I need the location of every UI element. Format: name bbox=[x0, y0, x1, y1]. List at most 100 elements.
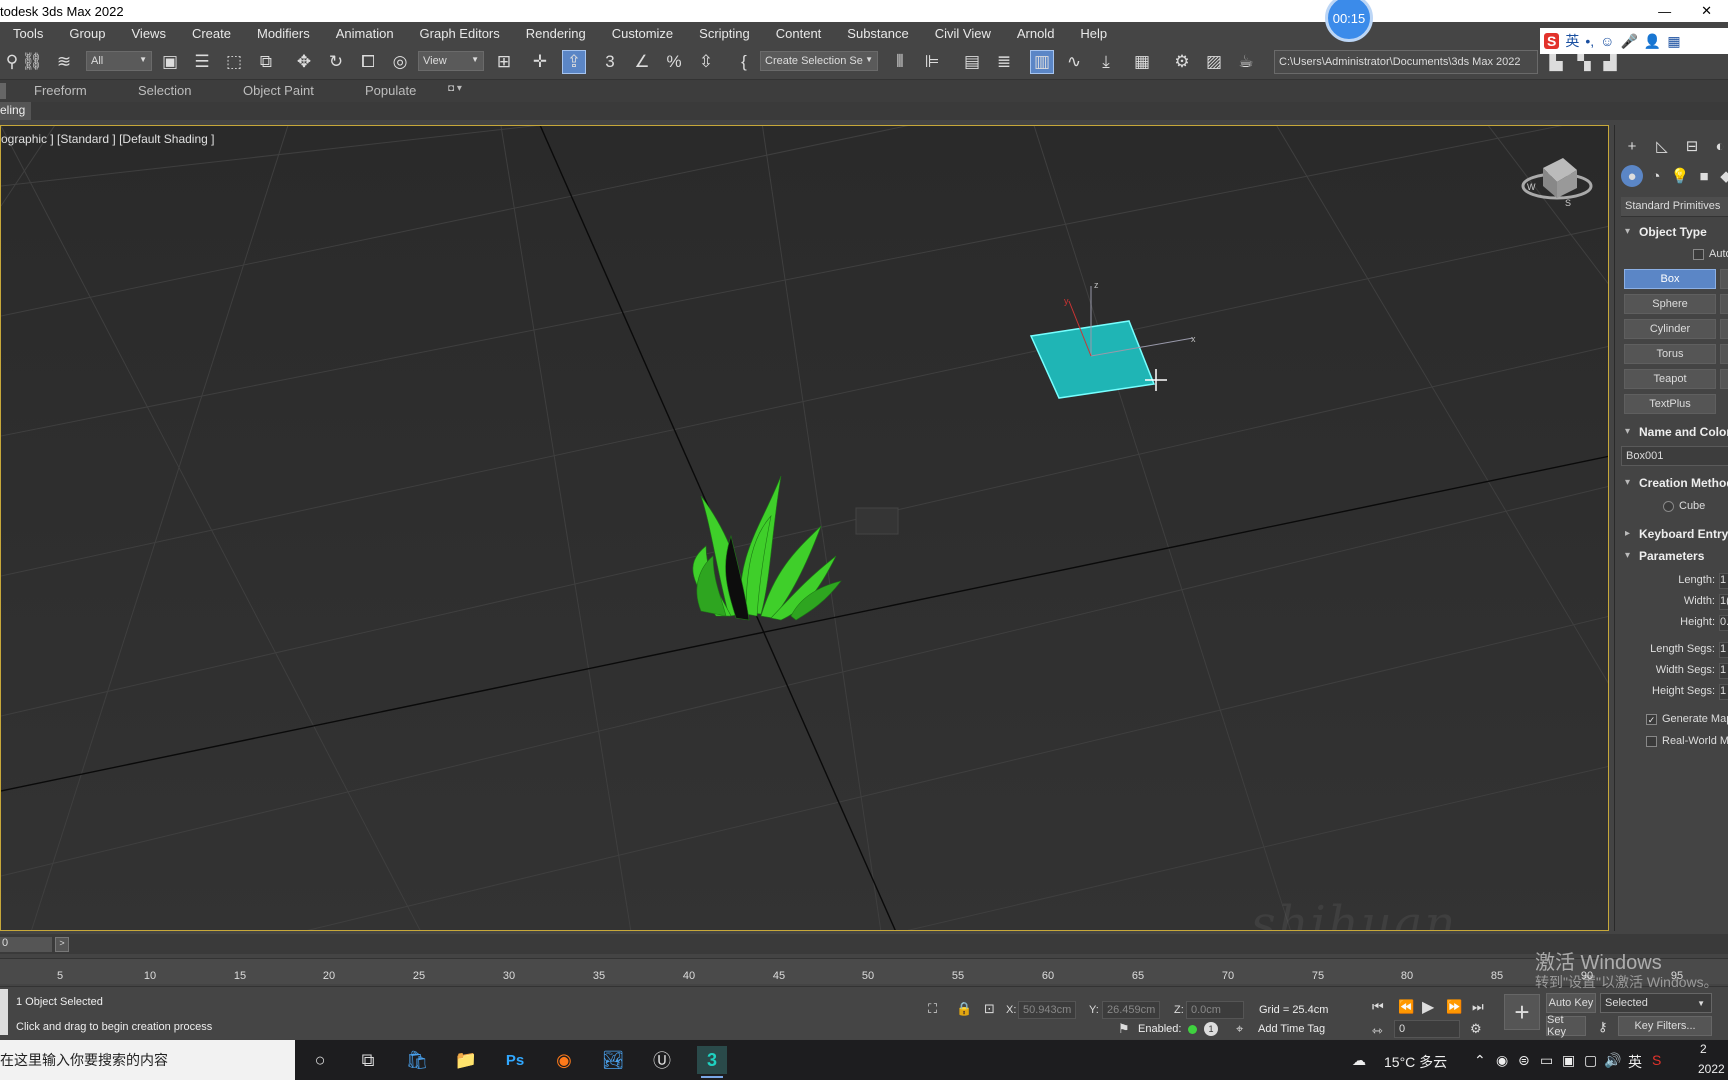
cylinder-button[interactable]: Cylinder bbox=[1624, 319, 1716, 339]
window-crossing-icon[interactable]: ⧉ bbox=[254, 50, 278, 74]
ime-user-icon[interactable]: 👤 bbox=[1644, 33, 1661, 50]
menu-content[interactable]: Content bbox=[763, 26, 835, 41]
length-spinner[interactable]: 1 bbox=[1719, 573, 1728, 589]
menu-scripting[interactable]: Scripting bbox=[686, 26, 763, 41]
key-filters-button[interactable]: Key Filters... bbox=[1618, 1016, 1712, 1036]
firefox-icon[interactable]: ◉ bbox=[549, 1046, 579, 1074]
selected-dropdown[interactable]: Selected ▼ bbox=[1600, 993, 1712, 1013]
layer-explorer-icon[interactable]: ≣ bbox=[992, 50, 1016, 74]
tray-battery-icon[interactable]: ▭ bbox=[1540, 1052, 1553, 1069]
ime-language[interactable]: 英 bbox=[1565, 31, 1579, 51]
cone-button[interactable] bbox=[1720, 269, 1728, 289]
project-folder-dropdown[interactable]: C:\Users\Administrator\Documents\3ds Max… bbox=[1274, 50, 1538, 74]
taskbar-search-box[interactable]: 在这里输入你要搜索的内容 bbox=[0, 1040, 295, 1080]
cube-radio[interactable] bbox=[1663, 501, 1674, 512]
real-world-map-checkbox[interactable] bbox=[1646, 736, 1657, 747]
ime-toolbar[interactable]: S 英 •, ☺ 🎤 👤 ▦ bbox=[1540, 28, 1728, 54]
set-key-large-icon[interactable]: + bbox=[1504, 994, 1540, 1030]
curve-editor-icon[interactable]: ∿ bbox=[1062, 50, 1086, 74]
rect-selection-icon[interactable]: ⬚ bbox=[222, 50, 246, 74]
go-to-start-icon[interactable]: ⏮ bbox=[1372, 999, 1384, 1015]
ribbon-options-icon[interactable]: ◘ ▾ bbox=[448, 83, 462, 94]
lights-icon[interactable]: 💡 bbox=[1669, 165, 1691, 187]
rotate-icon[interactable]: ↻ bbox=[324, 50, 348, 74]
create-selection-set-dropdown[interactable]: Create Selection Se ▼ bbox=[760, 51, 878, 71]
align-icon[interactable]: ⊫ bbox=[920, 50, 944, 74]
cameras-icon[interactable]: ■ bbox=[1693, 165, 1715, 187]
task-view-icon[interactable]: ⧉ bbox=[353, 1046, 383, 1074]
tray-display-icon[interactable]: ▣ bbox=[1562, 1052, 1575, 1069]
toggle-scene-explorer-icon[interactable]: ▤ bbox=[960, 50, 984, 74]
ime-punctuation-icon[interactable]: •, bbox=[1585, 33, 1594, 49]
tab-populate[interactable]: Populate bbox=[365, 83, 416, 98]
length-segs-spinner[interactable]: 1 bbox=[1719, 642, 1728, 658]
menu-arnold[interactable]: Arnold bbox=[1004, 26, 1068, 41]
store-icon[interactable]: 🛍 bbox=[402, 1046, 432, 1074]
named-selection-icon[interactable]: { bbox=[732, 50, 756, 74]
tray-network-icon[interactable]: ⊜ bbox=[1518, 1052, 1530, 1069]
y-coordinate-field[interactable]: 26.459cm bbox=[1102, 1001, 1160, 1019]
ime-voice-icon[interactable]: 🎤 bbox=[1620, 33, 1637, 50]
keyboard-entry-rollout[interactable]: Keyboard Entry bbox=[1621, 527, 1728, 547]
perspective-viewport[interactable]: ographic ] [Standard ] [Default Shading … bbox=[0, 125, 1609, 931]
menu-modifiers[interactable]: Modifiers bbox=[244, 26, 323, 41]
volume-icon[interactable]: 🔊 bbox=[1604, 1052, 1621, 1069]
height-spinner[interactable]: 0. bbox=[1719, 615, 1728, 631]
pyramid-button[interactable] bbox=[1720, 344, 1728, 364]
reference-coord-dropdown[interactable]: View ▼ bbox=[418, 51, 484, 71]
modeling-label[interactable]: eling bbox=[0, 102, 32, 120]
menu-views[interactable]: Views bbox=[119, 26, 179, 41]
motion-tab-icon[interactable]: ◐ bbox=[1709, 135, 1728, 157]
keyboard-shortcut-override-icon[interactable]: ⇪ bbox=[562, 50, 586, 74]
rendered-frame-window-icon[interactable]: ▨ bbox=[1202, 50, 1226, 74]
menu-animation[interactable]: Animation bbox=[323, 26, 407, 41]
material-editor-icon[interactable]: ▦ bbox=[1130, 50, 1154, 74]
clock-date[interactable]: 2022 bbox=[1698, 1062, 1725, 1076]
go-to-end-icon[interactable]: ⏭ bbox=[1472, 999, 1484, 1015]
menu-customize[interactable]: Customize bbox=[599, 26, 686, 41]
next-frame-button[interactable]: > bbox=[55, 937, 69, 952]
key-filter-icon[interactable]: ⚷ bbox=[1598, 1019, 1608, 1035]
x-coordinate-field[interactable]: 50.943cm bbox=[1018, 1001, 1076, 1019]
textplus-button[interactable]: TextPlus bbox=[1624, 394, 1716, 414]
previous-frame-icon[interactable]: ⏪ bbox=[1398, 999, 1414, 1015]
height-segs-spinner[interactable]: 1 bbox=[1719, 684, 1728, 700]
sphere-button[interactable]: Sphere bbox=[1624, 294, 1716, 314]
viewport-label[interactable]: ographic ] [Standard ] [Default Shading … bbox=[1, 132, 214, 146]
time-slider[interactable]: 0 > bbox=[0, 934, 1728, 954]
tube-button[interactable] bbox=[1720, 319, 1728, 339]
render-setup-icon[interactable]: ⚙ bbox=[1170, 50, 1194, 74]
menu-tools[interactable]: Tools bbox=[0, 26, 56, 41]
menu-civil-view[interactable]: Civil View bbox=[922, 26, 1004, 41]
ime-emoji-icon[interactable]: ☺ bbox=[1600, 33, 1614, 49]
unlink-icon[interactable]: ⛓ bbox=[20, 50, 44, 74]
menu-create[interactable]: Create bbox=[179, 26, 244, 41]
shapes-icon[interactable]: ◔ bbox=[1645, 165, 1667, 187]
next-frame-icon[interactable]: ⏩ bbox=[1446, 999, 1462, 1015]
weather-icon[interactable]: ☁ bbox=[1352, 1052, 1366, 1069]
angle-snap-icon[interactable]: ∠ bbox=[630, 50, 654, 74]
create-tab-icon[interactable]: + bbox=[1621, 135, 1643, 157]
tray-overflow-icon[interactable]: ⌃ bbox=[1474, 1052, 1486, 1069]
set-key-button[interactable]: Set Key bbox=[1546, 1014, 1586, 1038]
box-button[interactable]: Box bbox=[1624, 269, 1716, 289]
maxscript-listener-icon[interactable] bbox=[0, 989, 8, 1035]
tray-monitor-icon[interactable]: ▢ bbox=[1584, 1052, 1597, 1069]
cortana-icon[interactable]: ○ bbox=[305, 1046, 335, 1074]
time-tag-icon[interactable]: ⌖ bbox=[1236, 1021, 1243, 1037]
current-frame-field[interactable]: 0 bbox=[1394, 1020, 1460, 1038]
selection-filter-dropdown[interactable]: All ▼ bbox=[86, 51, 152, 71]
move-icon[interactable]: ✥ bbox=[292, 50, 316, 74]
tray-app-icon[interactable]: ◉ bbox=[1496, 1052, 1508, 1069]
spinner-snap-icon[interactable]: ⇳ bbox=[694, 50, 718, 74]
select-object-icon[interactable]: ▣ bbox=[158, 50, 182, 74]
absolute-mode-icon[interactable]: ⊡ bbox=[984, 1001, 995, 1017]
mirror-icon[interactable]: ⫴ bbox=[888, 50, 912, 74]
menu-group[interactable]: Group bbox=[56, 26, 118, 41]
time-config-icon[interactable]: ⚙ bbox=[1470, 1021, 1482, 1037]
select-manipulate-icon[interactable]: ✛ bbox=[528, 50, 552, 74]
schematic-view-icon[interactable]: ⤓ bbox=[1094, 50, 1118, 74]
menu-rendering[interactable]: Rendering bbox=[513, 26, 599, 41]
z-coordinate-field[interactable]: 0.0cm bbox=[1186, 1001, 1244, 1019]
tab-selection[interactable]: Selection bbox=[138, 83, 191, 98]
